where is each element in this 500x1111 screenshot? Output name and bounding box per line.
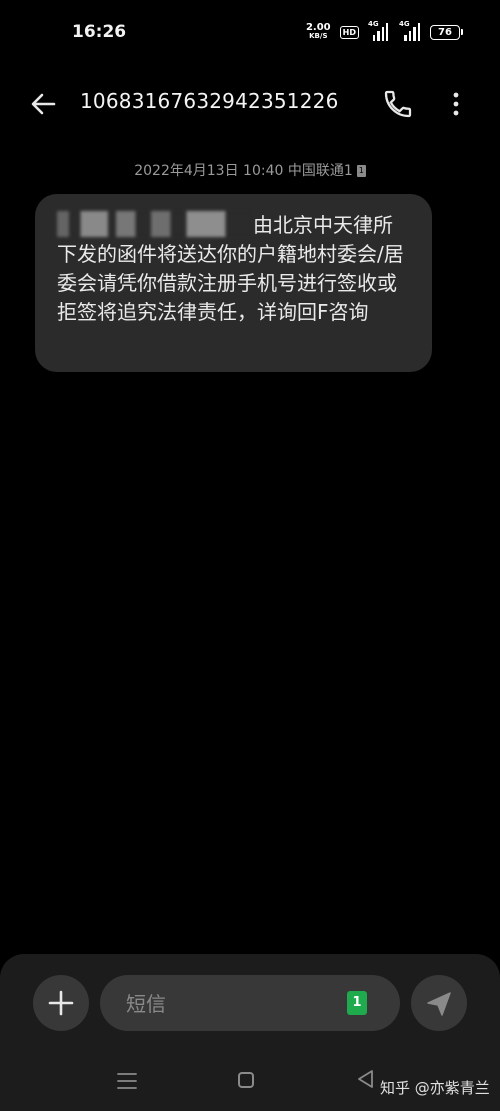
message-input[interactable] <box>124 975 328 1033</box>
more-options-button[interactable] <box>440 88 472 120</box>
sim-card-icon: 1 <box>356 165 366 177</box>
network-speed-unit: KB/S <box>309 32 328 40</box>
add-attachment-button[interactable] <box>33 975 89 1031</box>
arrow-left-icon <box>31 93 56 115</box>
sim-select-button[interactable]: 1 <box>347 991 367 1015</box>
status-time: 16:26 <box>72 22 127 42</box>
message-timestamp: 2022年4月13日 10:40 中国联通1 1 <box>0 160 500 180</box>
redacted-name <box>57 211 253 237</box>
message-meta-text: 2022年4月13日 10:40 中国联通1 <box>134 163 353 179</box>
plus-icon <box>48 990 74 1016</box>
battery-icon: 76 <box>430 24 463 40</box>
nav-home-button[interactable] <box>238 1072 254 1088</box>
hd-voice-icon: HD <box>339 25 359 39</box>
send-icon <box>427 992 451 1016</box>
contact-number: 1068316763294235​1226 <box>80 89 339 113</box>
nav-back-button[interactable] <box>355 1068 377 1090</box>
back-button[interactable] <box>28 88 60 120</box>
send-button[interactable] <box>411 975 467 1031</box>
message-input-box[interactable]: 1 <box>100 975 400 1033</box>
network-speed-value: 2.00 <box>305 22 331 33</box>
signal-4g-secondary-icon: 4G <box>397 20 421 41</box>
call-button[interactable] <box>382 88 414 120</box>
conversation-header: 1068316763294235​1226 <box>0 72 500 134</box>
phone-icon <box>384 90 412 118</box>
status-icons: 2.00 KB/S HD 4G 4G 76 <box>306 20 463 41</box>
network-speed: 2.00 KB/S <box>306 23 331 41</box>
watermark-text: 知乎 @亦紫青兰 <box>380 1079 490 1097</box>
more-vertical-icon <box>453 92 459 116</box>
nav-recents-button[interactable] <box>116 1070 138 1092</box>
menu-icon <box>117 1073 137 1089</box>
status-bar: 16:26 2.00 KB/S HD 4G 4G 76 <box>0 0 500 64</box>
message-body: 由北京中天律所下发的函件将送达你的户籍地村委会/居委会请凭你借款注册手机号进行签… <box>57 211 410 327</box>
message-bubble[interactable]: 由北京中天律所下发的函件将送达你的户籍地村委会/居委会请凭你借款注册手机号进行签… <box>35 194 432 372</box>
triangle-back-icon <box>358 1070 373 1088</box>
signal-4g-icon: 4G <box>368 20 388 41</box>
